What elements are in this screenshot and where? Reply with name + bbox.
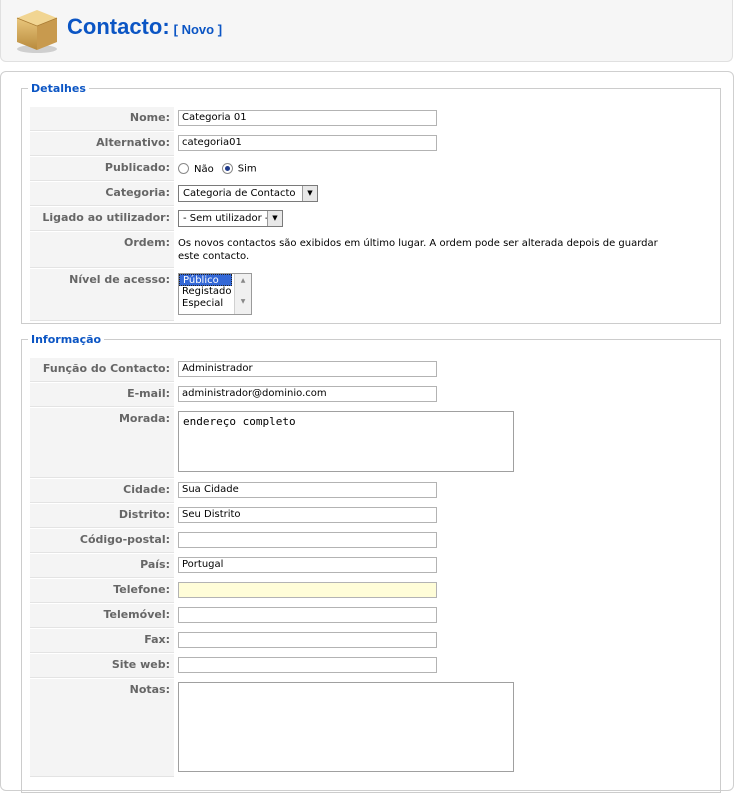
label-nivel: Nível de acesso: <box>30 269 174 321</box>
input-pais[interactable]: Portugal <box>178 557 437 573</box>
label-telefone: Telefone: <box>30 579 174 603</box>
row-email: E-mail: administrador@dominio.com <box>30 383 714 407</box>
scroll-down-icon[interactable]: ▼ <box>235 298 251 305</box>
label-morada: Morada: <box>30 408 174 478</box>
row-nome: Nome: Categoria 01 <box>30 107 714 131</box>
row-site-web: Site web: <box>30 654 714 678</box>
radio-nao-label: Não <box>194 163 214 175</box>
input-funcao[interactable]: Administrador <box>178 361 437 377</box>
label-codigo-postal: Código-postal: <box>30 529 174 553</box>
legend-informacao: Informação <box>31 333 102 346</box>
row-notas: Notas: <box>30 679 714 777</box>
row-nivel: Nível de acesso: Público Registado Espec… <box>30 269 714 321</box>
chevron-down-icon[interactable]: ▼ <box>302 186 317 201</box>
row-distrito: Distrito: Seu Distrito <box>30 504 714 528</box>
page-title-text: Contacto: <box>67 14 170 39</box>
ordem-text: Os novos contactos são exibidos em últim… <box>178 238 658 262</box>
row-funcao: Função do Contacto: Administrador <box>30 358 714 382</box>
textarea-notas[interactable] <box>178 682 514 772</box>
label-nome: Nome: <box>30 107 174 131</box>
edit-panel: Detalhes Nome: Categoria 01 Alternativo:… <box>0 71 734 793</box>
list-item[interactable]: Público <box>179 274 232 286</box>
listbox-nivel[interactable]: Público Registado Especial ▲ ▼ <box>178 273 252 315</box>
input-site-web[interactable] <box>178 657 437 673</box>
input-codigo-postal[interactable] <box>178 532 437 548</box>
select-utilizador[interactable]: - Sem utilizador - ▼ <box>178 210 283 227</box>
input-email[interactable]: administrador@dominio.com <box>178 386 437 402</box>
label-notas: Notas: <box>30 679 174 777</box>
fieldset-detalhes: Detalhes Nome: Categoria 01 Alternativo:… <box>21 82 721 324</box>
row-morada: Morada: endereço completo <box>30 408 714 478</box>
row-codigo-postal: Código-postal: <box>30 529 714 553</box>
page-title: Contacto:[ Novo ] <box>67 14 222 40</box>
row-telemovel: Telemóvel: <box>30 604 714 628</box>
label-email: E-mail: <box>30 383 174 407</box>
row-categoria: Categoria: Categoria de Contacto ▼ <box>30 182 714 206</box>
legend-detalhes: Detalhes <box>31 82 86 95</box>
label-publicado: Publicado: <box>30 157 174 181</box>
row-telefone: Telefone: <box>30 579 714 603</box>
scroll-up-icon[interactable]: ▲ <box>235 277 251 284</box>
input-telefone[interactable] <box>178 582 437 598</box>
textarea-morada[interactable]: endereço completo <box>178 411 514 472</box>
scrollbar[interactable]: ▲ ▼ <box>234 274 251 314</box>
label-cidade: Cidade: <box>30 479 174 503</box>
label-funcao: Função do Contacto: <box>30 358 174 382</box>
label-alternativo: Alternativo: <box>30 132 174 156</box>
page-header: Contacto:[ Novo ] <box>0 0 733 62</box>
row-ligado: Ligado ao utilizador: - Sem utilizador -… <box>30 207 714 231</box>
label-categoria: Categoria: <box>30 182 174 206</box>
row-cidade: Cidade: Sua Cidade <box>30 479 714 503</box>
label-fax: Fax: <box>30 629 174 653</box>
input-distrito[interactable]: Seu Distrito <box>178 507 437 523</box>
select-categoria-value: Categoria de Contacto <box>183 188 296 199</box>
row-pais: País: Portugal <box>30 554 714 578</box>
row-alternativo: Alternativo: categoria01 <box>30 132 714 156</box>
select-utilizador-value: - Sem utilizador - <box>183 213 269 224</box>
list-item[interactable]: Especial <box>179 298 232 310</box>
chevron-down-icon[interactable]: ▼ <box>267 211 282 226</box>
select-categoria[interactable]: Categoria de Contacto ▼ <box>178 185 318 202</box>
label-site-web: Site web: <box>30 654 174 678</box>
row-fax: Fax: <box>30 629 714 653</box>
radio-nao[interactable] <box>178 163 189 174</box>
input-fax[interactable] <box>178 632 437 648</box>
box-icon <box>16 10 58 53</box>
input-telemovel[interactable] <box>178 607 437 623</box>
input-cidade[interactable]: Sua Cidade <box>178 482 437 498</box>
input-nome[interactable]: Categoria 01 <box>178 110 437 126</box>
radio-sim-label: Sim <box>237 163 257 175</box>
radio-sim[interactable] <box>221 163 233 174</box>
label-distrito: Distrito: <box>30 504 174 528</box>
row-ordem: Ordem: Os novos contactos são exibidos e… <box>30 232 714 268</box>
label-ligado: Ligado ao utilizador: <box>30 207 174 231</box>
fieldset-informacao: Informação Função do Contacto: Administr… <box>21 333 721 793</box>
input-alternativo[interactable]: categoria01 <box>178 135 437 151</box>
row-publicado: Publicado: Não Sim <box>30 157 714 181</box>
label-ordem: Ordem: <box>30 232 174 268</box>
label-telemovel: Telemóvel: <box>30 604 174 628</box>
label-pais: País: <box>30 554 174 578</box>
list-item[interactable]: Registado <box>179 286 232 298</box>
page-subtitle: [ Novo ] <box>173 22 223 37</box>
